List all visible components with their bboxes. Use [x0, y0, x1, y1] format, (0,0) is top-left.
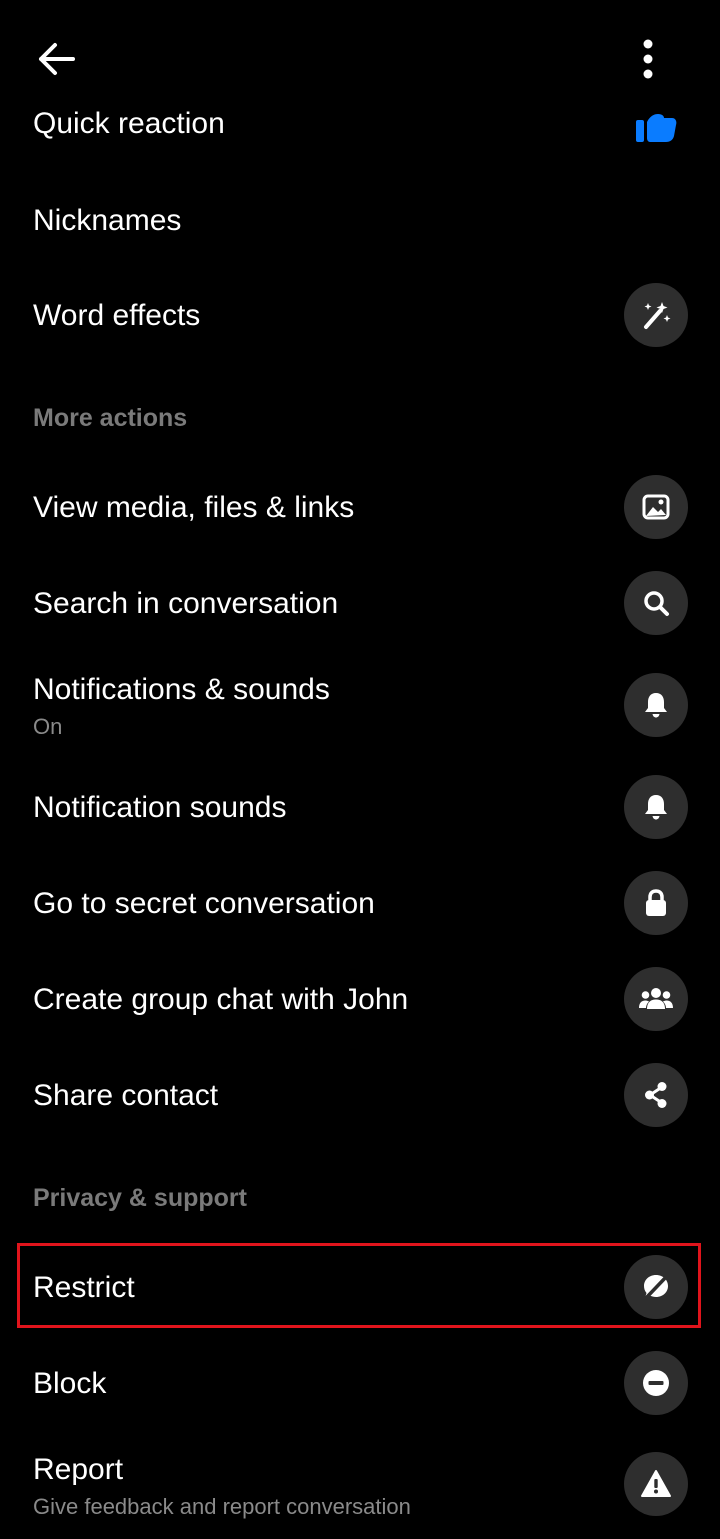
notifications-status: On: [33, 714, 63, 739]
restrict-icon: [644, 1274, 669, 1300]
block-icon: [643, 1370, 669, 1396]
create-group-chat-label: Create group chat with John: [33, 983, 409, 1016]
search-label: Search in conversation: [33, 587, 339, 620]
share-icon: [645, 1082, 667, 1108]
search-in-conversation-item[interactable]: Search in conversation: [0, 571, 720, 635]
share-contact-item[interactable]: Share contact: [0, 1063, 720, 1127]
word-effects-item[interactable]: Word effects: [0, 283, 720, 347]
magic-wand-icon: [644, 302, 671, 329]
report-icon-circle: [624, 1452, 688, 1516]
restrict-label: Restrict: [33, 1271, 135, 1304]
group-icon: [639, 988, 673, 1009]
restrict-item[interactable]: Restrict: [0, 1255, 720, 1319]
block-icon-circle: [624, 1351, 688, 1415]
quick-reaction-label: Quick reaction: [33, 107, 225, 140]
block-label: Block: [33, 1367, 107, 1400]
word-effects-label: Word effects: [33, 299, 201, 332]
bell-icon: [645, 693, 667, 718]
back-button[interactable]: [30, 36, 80, 82]
nicknames-item[interactable]: Nicknames: [0, 195, 720, 251]
notifications-sounds-item[interactable]: Notifications & sounds On: [0, 672, 720, 742]
privacy-support-section-header: Privacy & support: [33, 1184, 247, 1212]
search-icon-circle: [624, 571, 688, 635]
vertical-dots-icon: [643, 39, 653, 79]
bell-icon: [645, 795, 667, 820]
notification-sounds-icon-circle: [624, 775, 688, 839]
notification-sounds-item[interactable]: Notification sounds: [0, 775, 720, 839]
notifications-label: Notifications & sounds: [33, 673, 330, 706]
report-label: Report: [33, 1453, 124, 1486]
block-item[interactable]: Block: [0, 1351, 720, 1415]
warning-icon: [641, 1470, 671, 1497]
report-description: Give feedback and report conversation: [33, 1494, 411, 1519]
arrow-left-icon: [39, 43, 75, 75]
more-actions-section-header: More actions: [33, 404, 188, 432]
view-media-item[interactable]: View media, files & links: [0, 475, 720, 539]
secret-conversation-item[interactable]: Go to secret conversation: [0, 871, 720, 935]
notification-sounds-label: Notification sounds: [33, 791, 287, 824]
nicknames-label: Nicknames: [33, 204, 182, 237]
notifications-icon-circle: [624, 673, 688, 737]
share-contact-icon-circle: [624, 1063, 688, 1127]
image-icon: [642, 494, 670, 520]
view-media-icon-circle: [624, 475, 688, 539]
thumbs-up-icon: [636, 114, 677, 142]
search-icon: [644, 591, 669, 616]
view-media-label: View media, files & links: [33, 491, 355, 524]
group-chat-icon-circle: [624, 967, 688, 1031]
secret-conversation-label: Go to secret conversation: [33, 887, 375, 920]
lock-icon: [646, 889, 666, 916]
restrict-icon-circle: [624, 1255, 688, 1319]
more-options-button[interactable]: [628, 36, 668, 82]
create-group-chat-item[interactable]: Create group chat with John: [0, 967, 720, 1031]
report-item[interactable]: Report Give feedback and report conversa…: [0, 1452, 720, 1532]
share-contact-label: Share contact: [33, 1079, 219, 1112]
top-app-bar: [0, 0, 720, 110]
secret-conversation-icon-circle: [624, 871, 688, 935]
word-effects-icon-circle: [624, 283, 688, 347]
